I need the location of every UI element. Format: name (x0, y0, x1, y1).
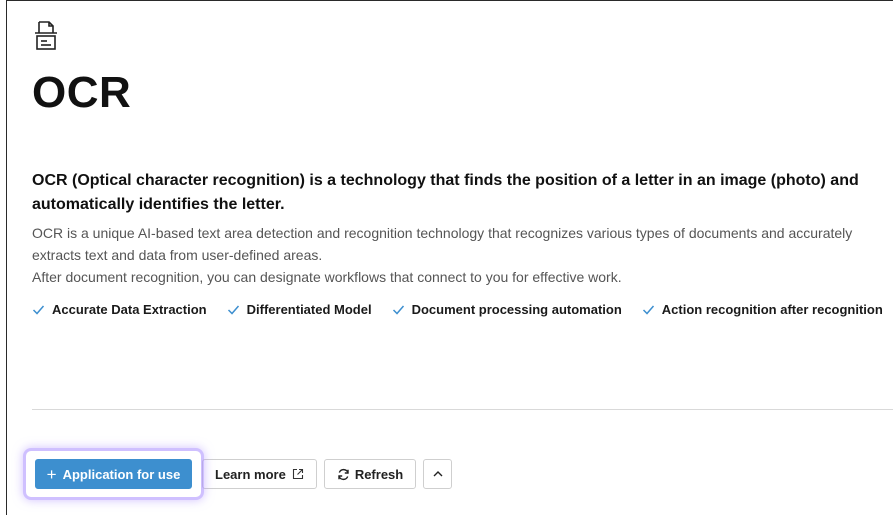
button-label: Refresh (354, 466, 404, 482)
action-bar: + Application for use Learn more Refresh (23, 448, 459, 500)
check-icon (32, 305, 45, 315)
application-for-use-button[interactable]: + Application for use (35, 459, 192, 489)
product-card: OCR OCR (Optical character recognition) … (6, 0, 893, 515)
description-line: OCR is a unique AI-based text area detec… (32, 225, 853, 263)
feature-label: Action recognition after recognition (661, 302, 883, 317)
learn-more-button[interactable]: Learn more (202, 459, 317, 489)
refresh-icon (338, 468, 349, 480)
description-line: After document recognition, you can desi… (32, 269, 622, 285)
document-icon (35, 21, 57, 50)
check-icon (392, 305, 404, 315)
feature-label: Accurate Data Extraction (52, 302, 207, 317)
button-label: Application for use (62, 466, 181, 482)
plus-icon: + (46, 464, 57, 484)
divider (32, 409, 893, 410)
page-title: OCR (32, 68, 132, 117)
feature-label: Differentiated Model (246, 302, 372, 317)
feature-item: Document processing automation (392, 302, 622, 317)
feature-item: Accurate Data Extraction (32, 302, 207, 317)
feature-item: Action recognition after recognition (642, 302, 883, 317)
button-label: Learn more (215, 466, 286, 482)
external-link-icon (292, 468, 303, 480)
description: OCR is a unique AI-based text area detec… (32, 222, 893, 288)
feature-label: Document processing automation (411, 302, 622, 317)
check-icon (642, 305, 654, 315)
feature-list: Accurate Data Extraction Differentiated … (32, 302, 893, 317)
check-icon (227, 305, 239, 315)
collapse-button[interactable] (423, 459, 453, 489)
refresh-button[interactable]: Refresh (323, 459, 417, 489)
chevron-up-icon (433, 471, 443, 477)
headline: OCR (Optical character recognition) is a… (32, 172, 859, 213)
feature-item: Differentiated Model (227, 302, 372, 317)
focus-highlight: + Application for use (23, 448, 204, 500)
